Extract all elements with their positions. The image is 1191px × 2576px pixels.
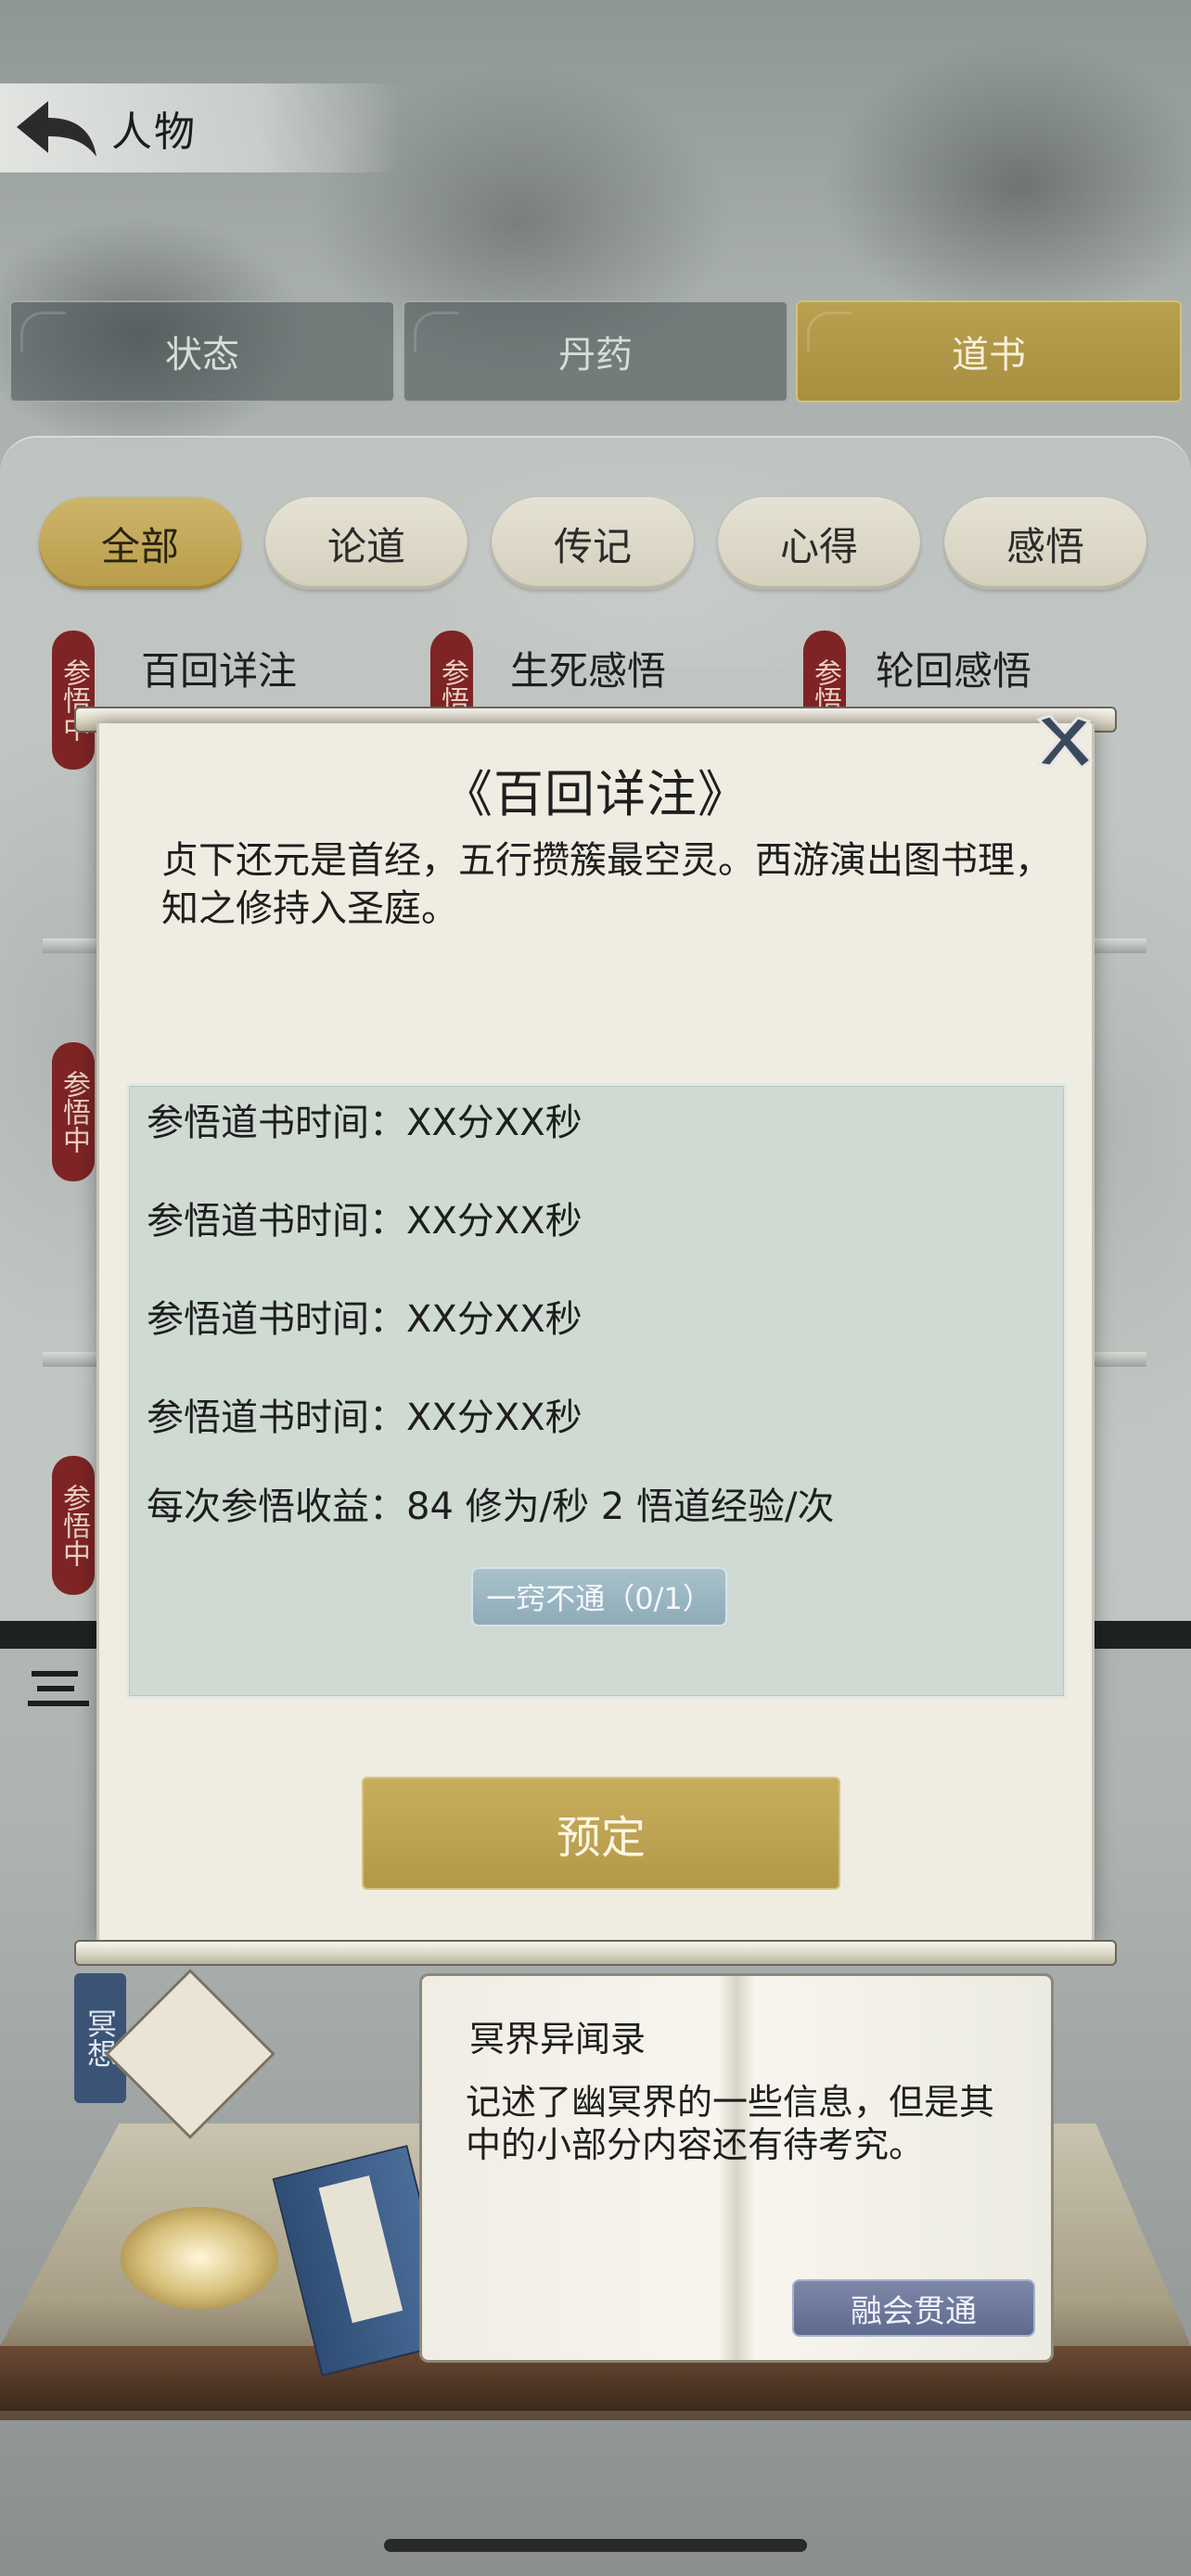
study-time-line: 参悟道书时间：XX分XX秒 — [147, 1102, 583, 1144]
book-item-title[interactable]: 生死感悟 — [510, 640, 666, 696]
studying-seal: 参悟中 — [52, 1456, 95, 1595]
reserve-button[interactable]: 预定 — [362, 1777, 840, 1890]
tab-pills[interactable]: 丹药 — [403, 300, 788, 402]
filter-biography[interactable]: 传记 — [492, 497, 694, 590]
back-arrow-icon — [17, 101, 96, 157]
menu-icon[interactable] — [28, 1665, 93, 1712]
filter-discourse[interactable]: 论道 — [265, 497, 467, 590]
book-description: 记述了幽冥界的一些信息，但是其中的小部分内容还有待考究。 — [466, 2082, 995, 2165]
meditate-tag[interactable]: 冥想 — [74, 1973, 126, 2103]
page-title: 人物 — [111, 108, 197, 156]
main-tab-bar: 状态 丹药 道书 — [9, 300, 1182, 402]
top-bar: 人物 — [0, 83, 399, 172]
mastery-badge: 一窍不通（0/1） — [471, 1567, 727, 1626]
filter-bar: 全部 论道 传记 心得 感悟 — [39, 497, 1146, 590]
book-title: 冥界异闻录 — [469, 2019, 647, 2060]
studying-seal: 参悟中 — [52, 1042, 95, 1181]
studying-seal: 参悟中 — [52, 631, 95, 770]
book-item-title[interactable]: 轮回感悟 — [876, 640, 1031, 696]
study-time-line: 参悟道书时间：XX分XX秒 — [147, 1298, 583, 1341]
back-button[interactable] — [0, 83, 111, 172]
study-yield-line: 每次参悟收益：84 修为/秒 2 悟道经验/次 — [147, 1486, 835, 1528]
incense-burner-icon — [121, 2207, 278, 2309]
tab-status[interactable]: 状态 — [9, 300, 395, 402]
dialog-title: 《百回详注》 — [442, 765, 749, 823]
master-button[interactable]: 融会贯通 — [792, 2279, 1035, 2337]
book-item-title[interactable]: 百回详注 — [141, 640, 297, 696]
study-time-line: 参悟道书时间：XX分XX秒 — [147, 1200, 583, 1243]
dialog-description: 贞下还元是首经，五行攒簇最空灵。西游演出图书理，知之修持入圣庭。 — [161, 839, 1052, 930]
filter-enlightenment[interactable]: 感悟 — [944, 497, 1146, 590]
filter-all[interactable]: 全部 — [39, 497, 241, 590]
scroll-rod-bottom — [74, 1940, 1117, 1966]
tab-books[interactable]: 道书 — [796, 300, 1182, 402]
filter-insights[interactable]: 心得 — [718, 497, 920, 590]
home-indicator[interactable] — [384, 2539, 807, 2552]
scroll-emblem-icon[interactable] — [105, 1969, 275, 2139]
study-time-line: 参悟道书时间：XX分XX秒 — [147, 1396, 583, 1439]
